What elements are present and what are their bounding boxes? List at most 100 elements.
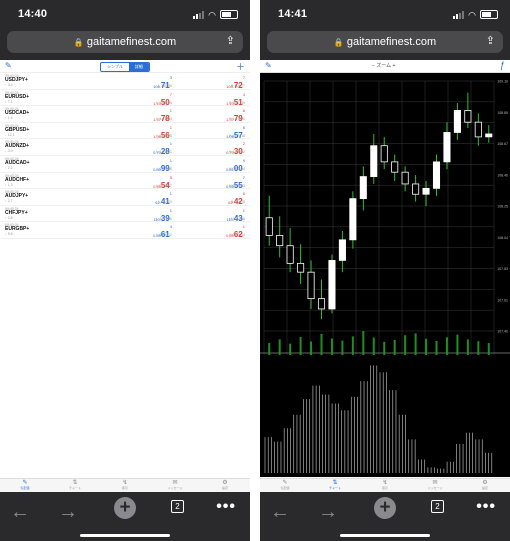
quote-change: ↓ 3.9 [5, 149, 13, 154]
quote-low: L:1.06325 [156, 133, 172, 138]
candle-body [338, 239, 346, 261]
quote-low: L:109.886 [156, 216, 172, 221]
tab-label: チャート [69, 486, 81, 490]
segment-detail[interactable]: 詳細 [128, 63, 149, 71]
chart-area[interactable]: 107.40 107.61 107.83 108.04 108.25 108.46 108.… [260, 73, 510, 477]
quote-change: ↑ 5.6 [5, 232, 13, 237]
quote-low: L:0.54897 [156, 183, 172, 188]
price-tick-label: 108.46 [497, 173, 508, 177]
candle-body [286, 245, 294, 264]
home-indicator [80, 534, 170, 537]
tab-label: メッセージ [167, 486, 183, 490]
quote-row[interactable]: 09:40:24 CHFJPY+ ↑ 2.8 110.391 110.431 L:109.… [0, 206, 250, 223]
quote-high: H:0.55983 [228, 183, 245, 188]
cellular-signal-icon [453, 10, 465, 19]
candle-body [432, 161, 441, 189]
back-icon[interactable]: ← [270, 502, 290, 522]
quote-high: H:1.37980 [228, 117, 245, 122]
candle-body [349, 198, 357, 241]
tab-label: 気配値 [20, 486, 30, 490]
candle-body [401, 171, 409, 185]
quote-row[interactable]: 09:40:24 EURUSD+ ↓ 7.1 1.10507 1.10514 L:1.10… [0, 90, 250, 107]
quote-row[interactable]: 09:40:24 AUDJPY+ ↑ 2.7 62.411 62.428 L:62.000… [0, 189, 250, 206]
candle-body [443, 132, 451, 163]
app-tab-bar: ✎ 気配値 ⇅ チャート ↯ 取引 ✉ メッセージ ⚙ 設定 [260, 478, 510, 493]
app-tab-2[interactable]: ↯ 取引 [360, 479, 410, 493]
segment-simple[interactable]: シンプル [101, 63, 129, 71]
add-symbol-icon[interactable]: ＋ [236, 60, 245, 73]
quote-row[interactable]: 09:40:24 AUDCAD+ ↑ 2.2 0.80991 0.81009 L:0.79… [0, 156, 250, 173]
more-icon[interactable]: ••• [216, 498, 236, 516]
view-mode-toggle[interactable]: シンプル 詳細 [100, 62, 150, 72]
new-tab-button[interactable]: + [114, 497, 136, 519]
quote-change: ↓ 7.1 [5, 99, 13, 104]
quote-row[interactable]: 09:40:24 USDCAD+ ↑ 1.4 1.37781 1.37798 L:1.37… [0, 106, 250, 123]
screenshot-stage: 14:40 ◠ 🔒 gaitamefinest.com ⇪ ✎ シンプル 詳細 … [0, 0, 510, 541]
phone-quotes: 14:40 ◠ 🔒 gaitamefinest.com ⇪ ✎ シンプル 詳細 … [0, 0, 250, 541]
quote-change: ↑ 2.2 [5, 165, 13, 170]
quote-high: H:0.90114 [229, 233, 245, 238]
quote-row[interactable]: 09:40:24 AUDCHF+ ↑ 1.3 0.55549 0.55557 L:0.54… [0, 173, 250, 190]
candle-body [370, 145, 378, 177]
quote-change: ↑ 2.8 [5, 215, 13, 220]
address-bar[interactable]: 🔒 gaitamefinest.com ⇪ [267, 31, 503, 53]
app-tab-3[interactable]: ✉ メッセージ [150, 479, 200, 493]
quote-row[interactable]: 09:40:24 GBPUSD+ ↓ 12.1 1.06561 1.06576 L:1.0… [0, 123, 250, 140]
app-tab-2[interactable]: ↯ 取引 [100, 479, 150, 493]
back-icon[interactable]: ← [10, 502, 30, 522]
forward-icon[interactable]: → [58, 502, 78, 522]
candle-body [297, 262, 305, 273]
lock-icon: 🔒 [73, 37, 84, 47]
status-bar: 14:41 ◠ [260, 0, 510, 26]
browser-toolbar: ← → + 2 ••• [260, 492, 510, 541]
tab-label: 取引 [381, 486, 388, 490]
quote-high: H:1.04532 [228, 150, 245, 155]
share-icon[interactable]: ⇪ [486, 34, 495, 47]
browser-toolbar: ← → + 2 ••• [0, 492, 250, 541]
app-tab-0[interactable]: ✎ 気配値 [0, 479, 50, 493]
app-tab-0[interactable]: ✎ 気配値 [260, 479, 310, 493]
url-text: gaitamefinest.com [346, 36, 437, 48]
share-icon[interactable]: ⇪ [226, 34, 235, 47]
app-tab-3[interactable]: ✉ メッセージ [410, 479, 460, 493]
price-tick-label: 108.67 [497, 142, 508, 146]
home-indicator [340, 534, 430, 537]
draw-icon[interactable]: ✎ [265, 61, 272, 70]
wifi-icon: ◠ [208, 9, 216, 20]
tab-count-button[interactable]: 2 [431, 500, 444, 513]
quote-row[interactable]: 09:40:24 AUDNZD+ ↓ 3.9 0.70281 0.70302 L:1.04… [0, 139, 250, 156]
candle-body [464, 110, 472, 123]
candlestick-chart[interactable]: 107.40 107.61 107.83 108.04 108.25 108.46 108.… [260, 73, 510, 477]
candle-body [412, 183, 420, 195]
candle-body [391, 161, 399, 173]
tab-label: メッセージ [427, 486, 443, 490]
app-tab-4[interactable]: ⚙ 設定 [460, 479, 510, 493]
zoom-control[interactable]: − ズーム + [372, 62, 395, 69]
phone-chart: 14:41 ◠ 🔒 gaitamefinest.com ⇪ ✎ − ズーム + … [260, 0, 510, 541]
quote-row[interactable]: 09:40:24 EURGBP+ ↑ 5.6 0.89614 0.89621 L:0.89… [0, 222, 250, 239]
more-icon[interactable]: ••• [476, 498, 496, 516]
battery-icon [480, 10, 498, 19]
tab-count-button[interactable]: 2 [171, 500, 184, 513]
candle-body [317, 298, 326, 310]
app-tab-1[interactable]: ⇅ チャート [50, 479, 100, 493]
price-tick-label: 107.83 [497, 267, 508, 271]
app-tab-4[interactable]: ⚙ 設定 [200, 479, 250, 493]
price-tick-label: 107.61 [497, 298, 508, 302]
app-tab-bar: ✎ 気配値 ⇅ チャート ↯ 取引 ✉ メッセージ ⚙ 設定 [0, 478, 250, 493]
candle-body [265, 217, 273, 236]
edit-icon[interactable]: ✎ [5, 61, 12, 70]
quote-row[interactable]: 09:40:24 USDJPY+ ↑ 3.4 108.713 108.727 L:108.… [0, 73, 250, 90]
app-tab-1[interactable]: ⇅ チャート [310, 479, 360, 493]
indicator-icon[interactable]: ƒ [500, 60, 505, 70]
candle-body [422, 187, 430, 195]
tab-label: チャート [329, 486, 341, 490]
address-bar[interactable]: 🔒 gaitamefinest.com ⇪ [7, 31, 243, 53]
quote-change: ↑ 2.7 [5, 199, 13, 204]
forward-icon[interactable]: → [318, 502, 338, 522]
candle-body [380, 145, 388, 163]
quote-low: L:108.35 [158, 84, 172, 88]
new-tab-button[interactable]: + [374, 497, 396, 519]
quote-change: ↑ 1.3 [5, 182, 13, 187]
candle-body [276, 235, 284, 247]
